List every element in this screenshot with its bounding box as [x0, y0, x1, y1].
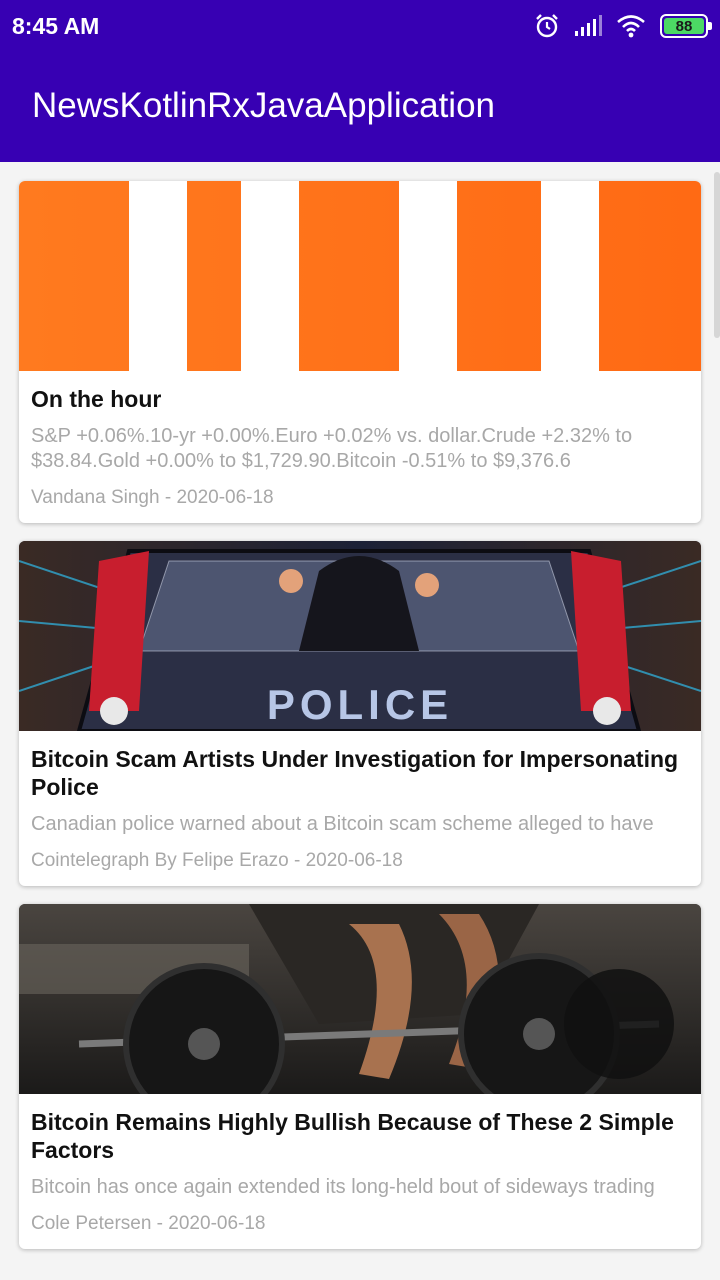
meta-separator: -: [288, 850, 306, 871]
article-card[interactable]: POLICE Bitcoin Scam Artists Under Invest…: [19, 541, 701, 886]
article-image: [19, 181, 701, 371]
article-meta: Cointelegraph By Felipe Erazo - 2020-06-…: [31, 850, 689, 872]
article-date: 2020-06-18: [176, 487, 274, 508]
status-time: 8:45 AM: [12, 13, 100, 39]
article-title: On the hour: [31, 386, 162, 412]
alarm-icon: [536, 14, 558, 38]
logo-shape: [129, 181, 299, 371]
article-description: S&P +0.06%.10-yr +0.00%.Euro +0.02% vs. …: [31, 425, 633, 472]
article-description: Canadian police warned about a Bitcoin s…: [31, 813, 654, 835]
article-author: Vandana Singh: [31, 487, 160, 508]
article-meta: Vandana Singh - 2020-06-18: [31, 487, 689, 509]
wifi-icon: [617, 15, 645, 38]
police-text: POLICE: [267, 681, 453, 728]
battery-level: 88: [664, 18, 704, 35]
app-bar: NewsKotlinRxJavaApplication: [0, 52, 720, 162]
article-title: Bitcoin Scam Artists Under Investigation…: [31, 746, 679, 800]
weightlifting-illustration: [19, 904, 701, 1094]
article-meta: Cole Petersen - 2020-06-18: [31, 1213, 689, 1235]
status-bar: 8:45 AM 88: [0, 0, 720, 52]
article-date: 2020-06-18: [305, 850, 403, 871]
article-date: 2020-06-18: [168, 1213, 266, 1234]
signal-icon: [575, 15, 602, 36]
article-title: Bitcoin Remains Highly Bullish Because o…: [31, 1109, 674, 1163]
article-card[interactable]: On the hour S&P +0.06%.10-yr +0.00%.Euro…: [19, 181, 701, 523]
app-title: NewsKotlinRxJavaApplication: [32, 86, 495, 125]
article-description: Bitcoin has once again extended its long…: [31, 1176, 655, 1198]
article-image: POLICE: [19, 541, 701, 731]
article-image: [19, 904, 701, 1094]
article-card[interactable]: Bitcoin Remains Highly Bullish Because o…: [19, 904, 701, 1249]
battery-icon: 88: [660, 14, 712, 38]
article-author: Cole Petersen: [31, 1213, 152, 1234]
meta-separator: -: [151, 1213, 169, 1234]
police-car-illustration: POLICE: [19, 541, 701, 731]
status-icons: 88: [534, 12, 712, 40]
article-author: Cointelegraph By Felipe Erazo: [31, 850, 289, 871]
logo-shape: [399, 181, 599, 371]
scrollbar[interactable]: [714, 172, 720, 338]
meta-separator: -: [159, 487, 177, 508]
article-list: On the hour S&P +0.06%.10-yr +0.00%.Euro…: [19, 181, 701, 1267]
